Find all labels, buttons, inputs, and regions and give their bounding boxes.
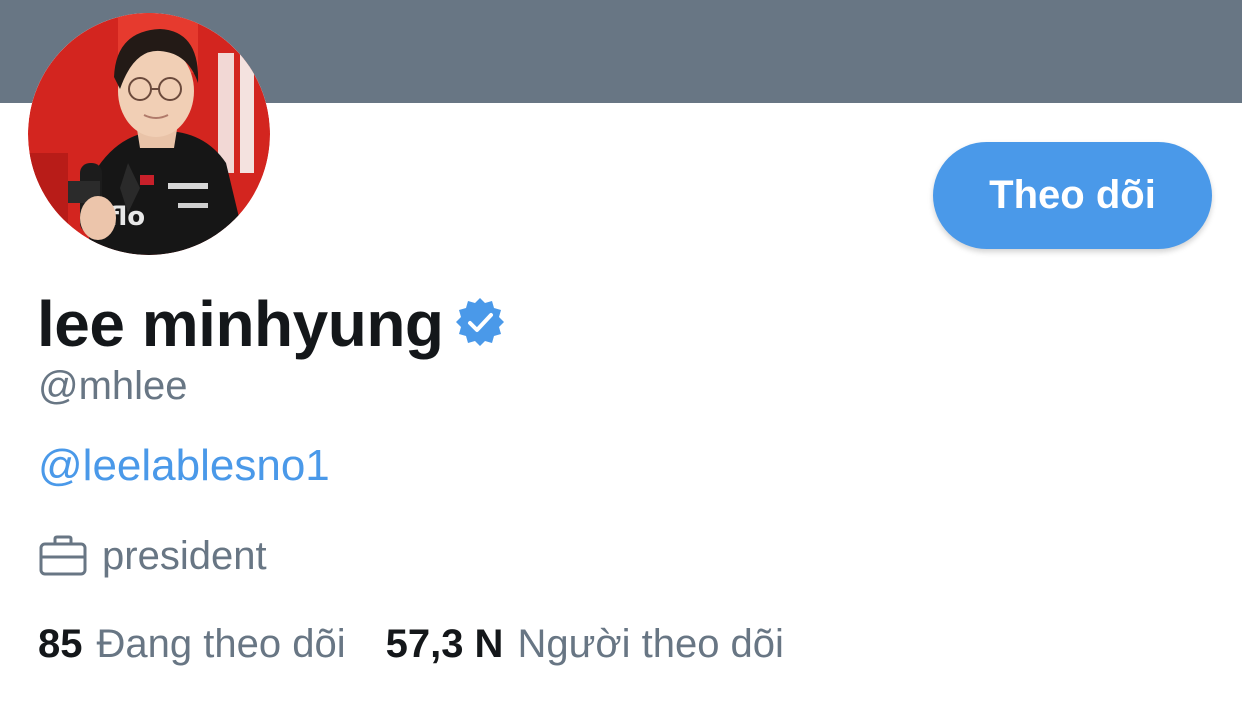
avatar-image: flo	[28, 13, 270, 255]
profile-avatar[interactable]: flo	[28, 13, 270, 255]
profile-stats: 85 Đang theo dõi 57,3 N Người theo dõi	[38, 616, 784, 672]
profile-name-row: lee minhyung	[37, 286, 506, 362]
bio-mention-link[interactable]: @leelablesno1	[38, 440, 330, 492]
profile-handle: @mhlee	[38, 364, 188, 408]
follow-button[interactable]: Theo dõi	[933, 142, 1212, 249]
display-name: lee minhyung	[37, 288, 444, 360]
briefcase-icon	[39, 535, 87, 576]
followers-label: Người theo dõi	[517, 622, 784, 666]
following-stat[interactable]: 85 Đang theo dõi	[38, 616, 346, 672]
profile-job: president	[102, 534, 267, 578]
followers-stat[interactable]: 57,3 N Người theo dõi	[386, 616, 784, 672]
verified-badge-icon	[455, 298, 504, 346]
followers-count: 57,3 N	[385, 622, 504, 666]
following-count: 85	[38, 622, 83, 666]
profile-job-row: president	[38, 530, 267, 582]
following-label: Đang theo dõi	[96, 622, 346, 666]
